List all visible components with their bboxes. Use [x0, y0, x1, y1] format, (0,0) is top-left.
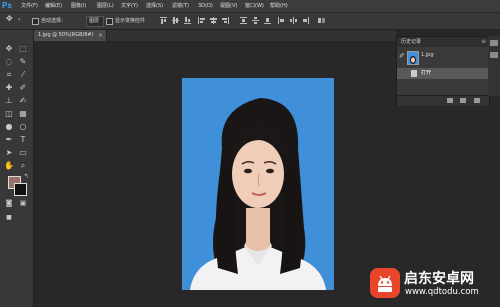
background-color-swatch[interactable] [14, 183, 27, 196]
tab-strip [106, 30, 396, 41]
portrait-photo [182, 78, 334, 290]
move-tool-icon[interactable]: ✥ [3, 43, 15, 54]
panel-menu-icon[interactable]: ≡ [481, 37, 486, 47]
history-brush-tool-icon[interactable]: ✍ [17, 95, 29, 106]
screen-mode-icon[interactable]: ▣ [17, 198, 29, 209]
document-tab-label: 1.jpg @ 50%(RGB/8#) [38, 32, 94, 38]
align-top-icon[interactable] [160, 17, 167, 24]
crop-tool-icon[interactable]: ⌗ [3, 69, 15, 80]
menu-select[interactable]: 选择(S) [146, 0, 163, 12]
history-snapshot[interactable]: ✐ 1.jpg [397, 49, 489, 65]
rectangle-tool-icon[interactable]: ▭ [17, 147, 29, 158]
watermark: 启东安卓网 www.qdtodu.com [368, 266, 500, 306]
align-bottom-icon[interactable] [184, 17, 191, 24]
document-canvas[interactable] [182, 78, 334, 290]
distribute-vcenter-icon[interactable] [252, 17, 259, 24]
menu-bar: Ps 文件(F) 编辑(E) 图像(I) 图层(L) 文字(Y) 选择(S) 滤… [0, 0, 500, 13]
history-panel-footer [397, 95, 489, 106]
menu-type[interactable]: 文字(Y) [121, 0, 138, 12]
brush-tool-icon[interactable]: ✐ [17, 82, 29, 93]
menu-3d[interactable]: 3D(D) [198, 0, 213, 12]
distribute-bottom-icon[interactable] [264, 17, 271, 24]
trash-icon[interactable] [474, 98, 480, 103]
auto-select-dropdown[interactable]: 图层 [86, 16, 104, 27]
show-transform-label: 显示变换控件 [115, 18, 146, 24]
menu-window[interactable]: 窗口(W) [245, 0, 264, 12]
pen-tool-icon[interactable]: ✒ [3, 134, 15, 145]
gradient-tool-icon[interactable]: ▦ [17, 108, 29, 119]
history-panel-header[interactable]: 历史记录 ≡ [397, 37, 489, 47]
distribute-right-icon[interactable] [302, 17, 309, 24]
eyedropper-tool-icon[interactable]: ⁄ [17, 69, 29, 80]
distribute-top-icon[interactable] [240, 17, 247, 24]
menu-file[interactable]: 文件(F) [21, 0, 38, 12]
history-state-label: 打开 [421, 70, 432, 76]
distribute-left-icon[interactable] [278, 17, 285, 24]
auto-select-label: 自动选择： [41, 18, 67, 24]
hand-tool-icon[interactable]: ✋ [3, 160, 15, 171]
zoom-tool-icon[interactable]: ⌕ [17, 160, 29, 171]
snapshot-thumbnail [407, 51, 419, 65]
dodge-tool-icon[interactable]: ○ [17, 121, 29, 132]
menu-filter[interactable]: 滤镜(T) [172, 0, 189, 12]
quick-mask-icon[interactable]: ◙ [3, 198, 15, 209]
show-transform-checkbox[interactable] [106, 18, 113, 25]
menu-image[interactable]: 图像(I) [71, 0, 86, 12]
type-tool-icon[interactable]: T [17, 134, 29, 145]
new-document-from-state-icon[interactable] [447, 98, 453, 103]
history-brush-source-icon[interactable]: ✐ [399, 52, 405, 60]
distribute-hcenter-icon[interactable] [290, 17, 297, 24]
android-icon [370, 268, 400, 298]
clone-stamp-tool-icon[interactable]: ⊥ [3, 95, 15, 106]
document-tab[interactable]: 1.jpg @ 50%(RGB/8#) × [34, 30, 107, 41]
photoshop-logo: Ps [2, 1, 12, 10]
default-colors-icon[interactable]: ■ [3, 212, 15, 223]
auto-align-icon[interactable] [318, 17, 325, 24]
watermark-logo-icon [370, 268, 400, 298]
quick-select-tool-icon[interactable]: ✎ [17, 56, 29, 67]
align-right-icon[interactable] [222, 17, 229, 24]
snapshot-label: 1.jpg [421, 52, 434, 58]
snapshot-portrait-icon [410, 56, 416, 64]
menu-layer[interactable]: 图层(L) [97, 0, 114, 12]
properties-panel-icon[interactable] [490, 52, 498, 58]
history-panel-icon[interactable] [490, 40, 498, 46]
watermark-url: www.qdtodu.com [405, 287, 479, 297]
menu-view[interactable]: 视图(V) [220, 0, 237, 12]
move-tool-icon[interactable]: ✥ [6, 14, 13, 23]
healing-tool-icon[interactable]: ✚ [3, 82, 15, 93]
swap-colors-icon[interactable]: ↰ [20, 171, 32, 182]
watermark-title: 启东安卓网 [404, 271, 474, 287]
history-state-open[interactable]: 打开 [397, 68, 489, 79]
marquee-tool-icon[interactable]: ⬚ [17, 43, 29, 54]
document-icon [411, 70, 417, 77]
menu-help[interactable]: 帮助(H) [270, 0, 288, 12]
camera-icon[interactable] [460, 98, 466, 103]
auto-select-value: 图层 [89, 18, 100, 24]
options-bar: ✥ ▾ 自动选择： 图层 显示变换控件 [0, 13, 500, 30]
close-icon[interactable]: × [98, 30, 103, 41]
blur-tool-icon[interactable]: ● [3, 121, 15, 132]
tools-panel: ✥ ⬚ ◌ ✎ ⌗ ⁄ ✚ ✐ ⊥ ✍ ◫ ▦ ● ○ ✒ T ➤ ▭ ✋ ⌕ … [0, 30, 34, 307]
menu-edit[interactable]: 编辑(E) [45, 0, 62, 12]
lasso-tool-icon[interactable]: ◌ [3, 56, 15, 67]
history-panel-title: 历史记录 [401, 39, 422, 45]
eraser-tool-icon[interactable]: ◫ [3, 108, 15, 119]
chevron-down-icon[interactable]: ▾ [18, 17, 21, 23]
history-panel: 历史记录 ≡ ✐ 1.jpg 打开 [396, 36, 490, 106]
align-hcenter-icon[interactable] [210, 17, 217, 24]
align-vcenter-icon[interactable] [172, 17, 179, 24]
align-left-icon[interactable] [198, 17, 205, 24]
panel-dock-icons [488, 36, 500, 96]
path-select-tool-icon[interactable]: ➤ [3, 147, 15, 158]
auto-select-checkbox[interactable] [32, 18, 39, 25]
